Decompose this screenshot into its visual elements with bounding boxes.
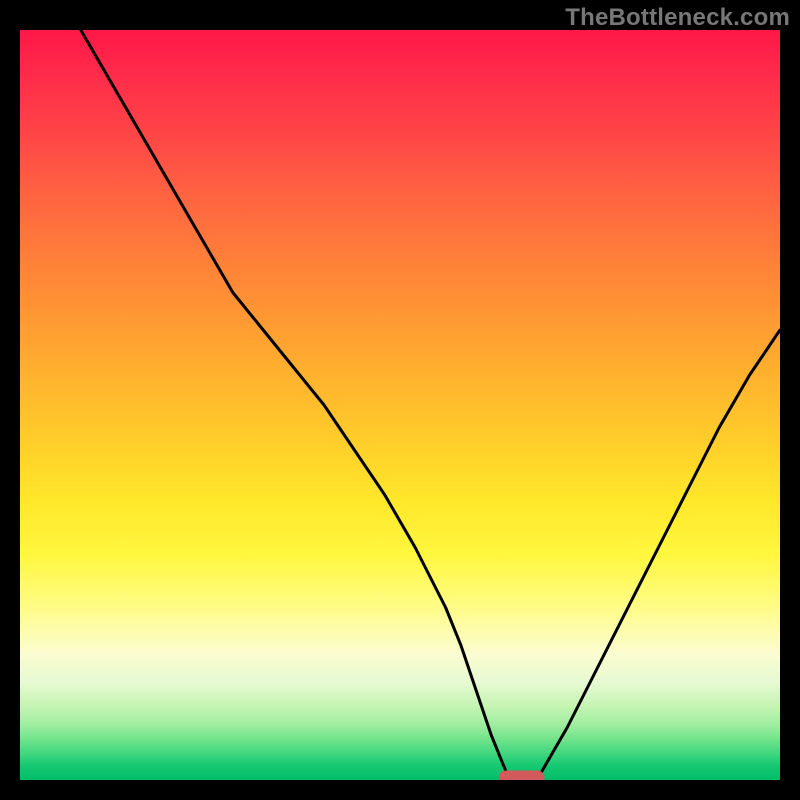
chart-frame: TheBottleneck.com: [0, 0, 800, 800]
optimal-marker: [499, 771, 545, 781]
plot-area: [20, 30, 780, 780]
watermark-text: TheBottleneck.com: [565, 4, 790, 32]
bottleneck-curve: [81, 30, 780, 780]
chart-svg: [20, 30, 780, 780]
